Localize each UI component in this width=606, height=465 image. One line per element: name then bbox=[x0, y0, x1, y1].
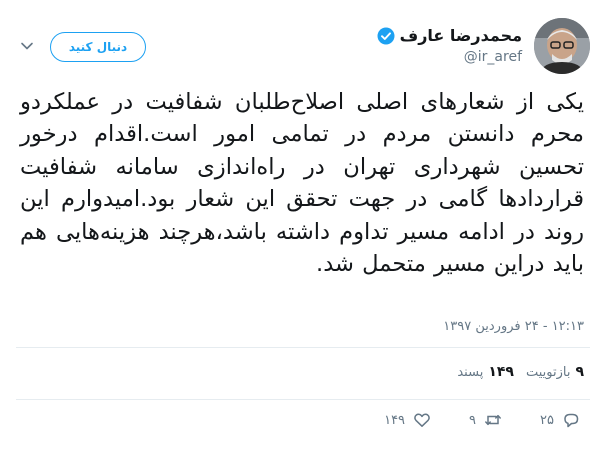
avatar-image bbox=[534, 18, 590, 74]
avatar[interactable] bbox=[534, 18, 590, 74]
tweet-text: یکی از شعارهای اصلی اصلاح‌طلبان شفافیت د… bbox=[20, 89, 584, 278]
author-handle[interactable]: @ir_aref bbox=[377, 49, 522, 65]
reply-count: ۲۵ bbox=[540, 412, 554, 428]
retweets-label: بازتوییت bbox=[525, 364, 571, 380]
divider bbox=[16, 347, 590, 348]
likes-label: پسند bbox=[457, 364, 484, 380]
tweet-timestamp[interactable]: ۱۲:۱۳ - ۲۴ فروردین ۱۳۹۷ bbox=[443, 319, 584, 334]
display-name-row: محمدرضا عارف bbox=[377, 26, 522, 45]
tweet-actions: ۲۵ ۹ ۱۴۹ bbox=[0, 411, 580, 429]
like-button[interactable]: ۱۴۹ bbox=[384, 411, 431, 429]
author-info[interactable]: محمدرضا عارف @ir_aref bbox=[377, 26, 522, 65]
retweets-count: ۹ bbox=[575, 364, 584, 380]
reply-icon bbox=[562, 411, 580, 429]
like-count: ۱۴۹ bbox=[384, 412, 406, 428]
tweet-card: محمدرضا عارف @ir_aref دنبال کنید یکی از … bbox=[0, 0, 606, 465]
retweet-count: ۹ bbox=[469, 412, 477, 428]
retweets-stat[interactable]: ۹ بازتوییت bbox=[526, 364, 584, 380]
likes-stat[interactable]: ۱۴۹ پسند bbox=[457, 364, 514, 380]
chevron-down-icon[interactable] bbox=[20, 38, 34, 52]
divider bbox=[16, 399, 590, 400]
reply-button[interactable]: ۲۵ bbox=[540, 411, 580, 429]
follow-button[interactable]: دنبال کنید bbox=[50, 32, 146, 62]
verified-badge-icon bbox=[377, 27, 395, 45]
heart-icon bbox=[413, 411, 431, 429]
retweet-button[interactable]: ۹ bbox=[469, 411, 502, 429]
tweet-stats: ۹ بازتوییت ۱۴۹ پسند bbox=[457, 364, 584, 380]
tweet-header: محمدرضا عارف @ir_aref دنبال کنید bbox=[14, 18, 590, 76]
retweet-icon bbox=[484, 411, 502, 429]
likes-count: ۱۴۹ bbox=[488, 364, 514, 380]
display-name[interactable]: محمدرضا عارف bbox=[400, 26, 522, 45]
